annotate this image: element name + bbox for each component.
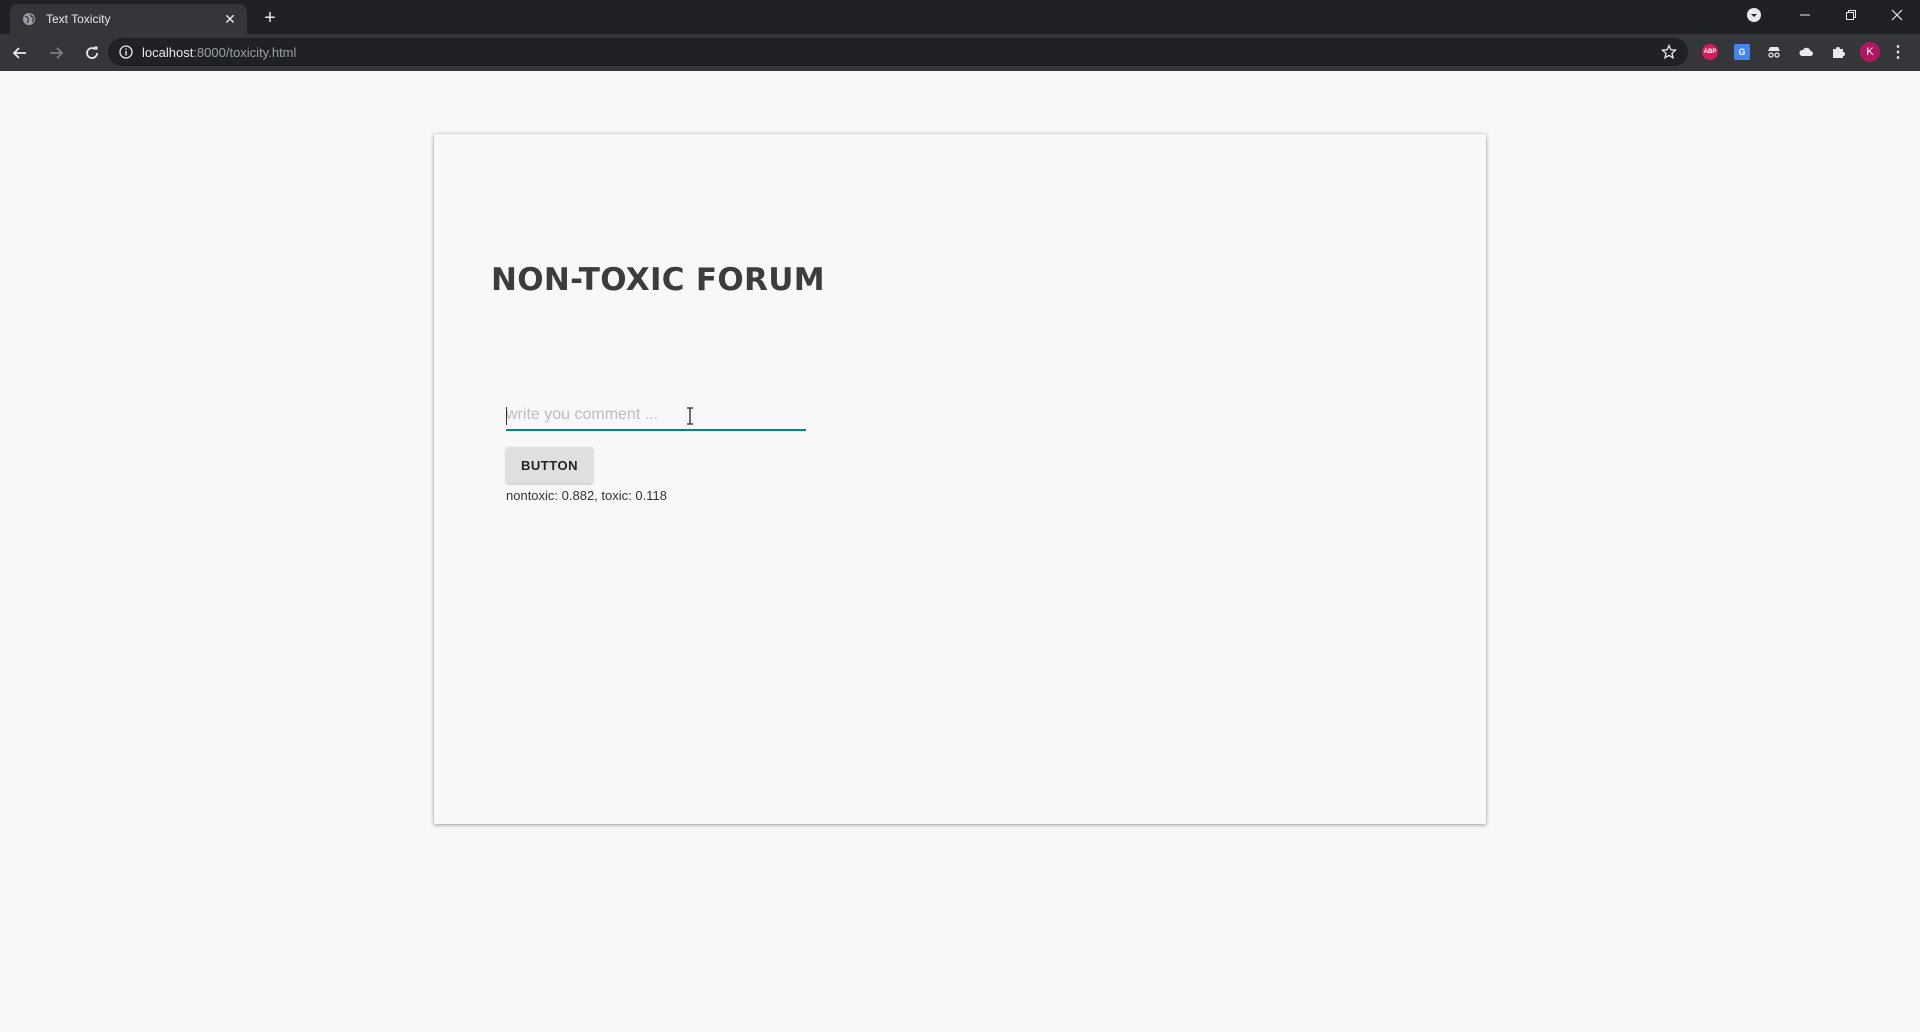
more-menu-icon[interactable]: ⋮ xyxy=(1886,38,1910,66)
url-host: localhost xyxy=(142,44,194,60)
browser-toolbar: localhost:8000/toxicity.html ABP G K ⋮ xyxy=(0,34,1920,71)
incognito-extension-icon[interactable] xyxy=(1758,38,1790,66)
forum-card: NON-TOXIC FORUM BUTTON nontoxic: 0.882, … xyxy=(434,134,1486,824)
browser-tab-bar: Text Toxicity ✕ + xyxy=(0,0,1920,34)
info-icon[interactable] xyxy=(118,44,134,60)
tab-search-icon[interactable] xyxy=(1744,5,1764,25)
url-path: :8000/toxicity.html xyxy=(193,44,297,60)
minimize-icon[interactable] xyxy=(1782,0,1828,30)
toxicity-result: nontoxic: 0.882, toxic: 0.118 xyxy=(506,488,667,503)
puzzle-extensions-icon[interactable] xyxy=(1822,38,1854,66)
submit-button[interactable]: BUTTON xyxy=(506,447,593,483)
restore-icon[interactable] xyxy=(1828,0,1874,30)
translate-extension-icon[interactable]: G xyxy=(1726,38,1758,66)
comment-input[interactable] xyxy=(506,405,806,431)
browser-tab[interactable]: Text Toxicity ✕ xyxy=(10,4,247,34)
close-window-icon[interactable] xyxy=(1874,0,1920,30)
address-bar[interactable]: localhost:8000/toxicity.html xyxy=(108,38,1688,66)
bookmark-star-icon[interactable] xyxy=(1660,43,1678,61)
cloud-extension-icon[interactable] xyxy=(1790,38,1822,66)
page-viewport: NON-TOXIC FORUM BUTTON nontoxic: 0.882, … xyxy=(0,71,1920,1032)
new-tab-icon[interactable]: + xyxy=(258,6,282,30)
tab-title: Text Toxicity xyxy=(46,12,111,26)
back-icon[interactable] xyxy=(4,37,36,69)
close-tab-icon[interactable]: ✕ xyxy=(219,8,241,30)
page-title: NON-TOXIC FORUM xyxy=(491,262,825,298)
window-controls xyxy=(1744,0,1920,30)
text-caret xyxy=(506,407,507,425)
profile-avatar[interactable]: K xyxy=(1854,38,1886,66)
extensions-area: ABP G K ⋮ xyxy=(1694,38,1910,66)
adblock-extension-icon[interactable]: ABP xyxy=(1694,38,1726,66)
reload-icon[interactable] xyxy=(76,37,108,69)
forward-icon[interactable] xyxy=(40,37,72,69)
ibeam-cursor-icon xyxy=(685,407,695,425)
globe-icon xyxy=(22,12,36,26)
